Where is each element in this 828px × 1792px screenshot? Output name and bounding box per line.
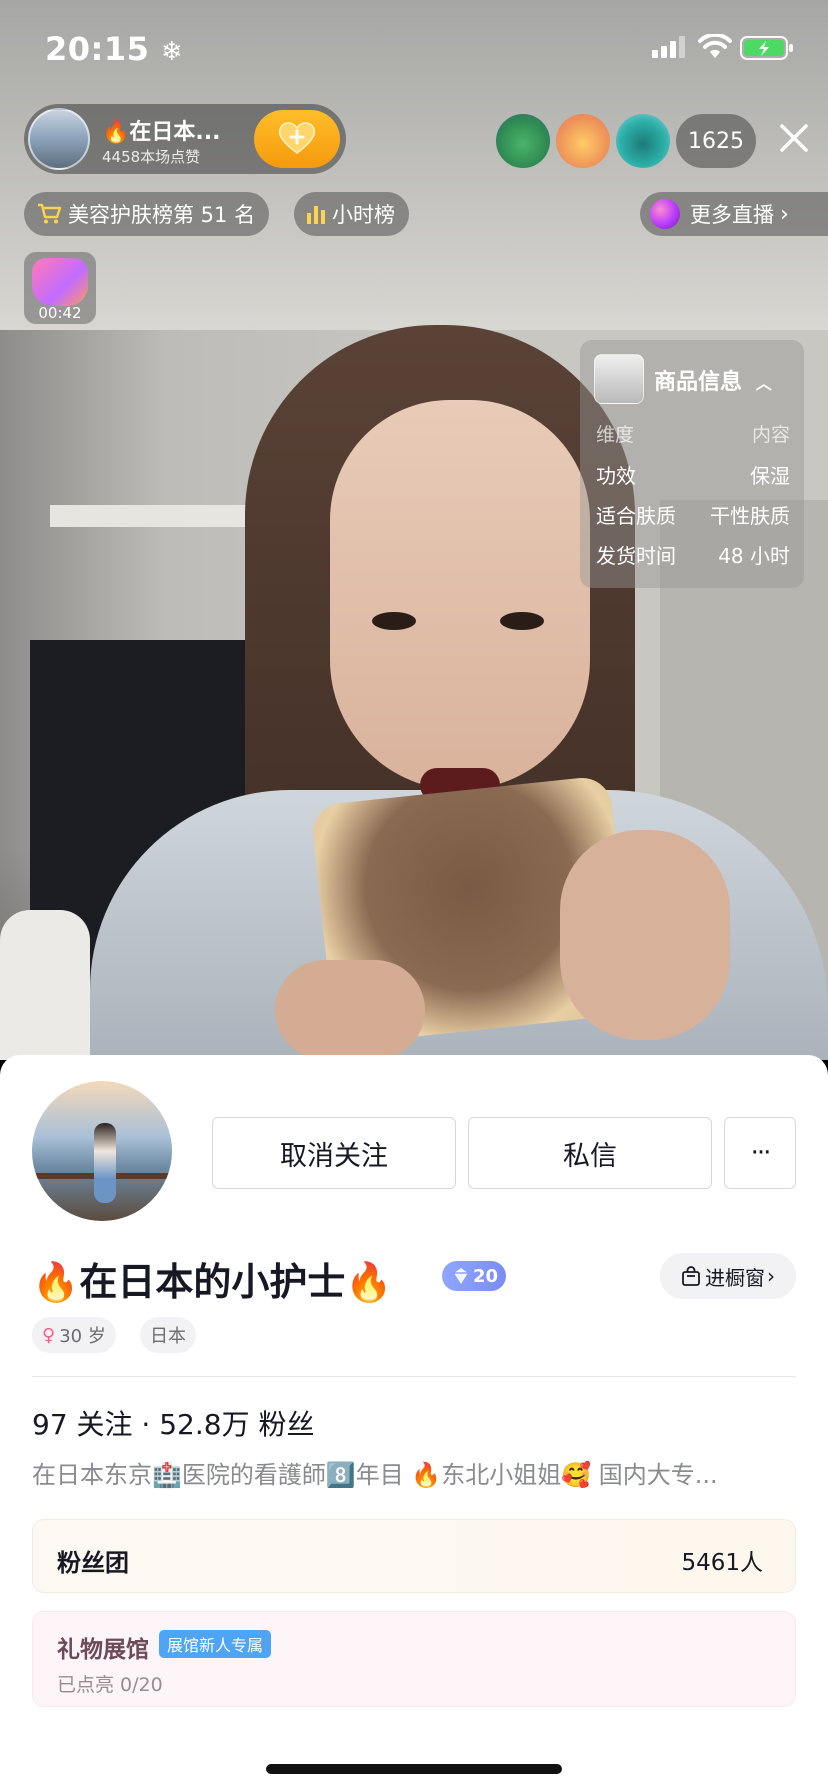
host-info-pill[interactable]: 🔥在日本... 4458本场点赞	[24, 104, 346, 174]
product-thumbnail	[594, 354, 644, 404]
chevron-right-icon: ›	[780, 201, 789, 227]
message-button[interactable]: 私信	[468, 1117, 712, 1189]
fans-club-label: 粉丝团	[57, 1549, 129, 1577]
product-info-row: 适合肤质 干性肤质	[596, 500, 790, 529]
bar-chart-icon	[306, 204, 326, 224]
home-indicator[interactable]	[266, 1764, 562, 1774]
product-info-row: 功效 保湿	[596, 460, 790, 489]
signal-icon	[652, 36, 686, 62]
hour-rank-pill[interactable]: 小时榜	[294, 192, 409, 236]
battery-charging-icon	[740, 36, 794, 64]
gift-timer[interactable]: 00:42	[24, 252, 96, 324]
gift-hall-progress: 已点亮 0/20	[57, 1674, 163, 1696]
product-info-key: 适合肤质	[596, 504, 676, 528]
product-info-title: 商品信息 ︿	[654, 370, 772, 395]
chevron-up-icon[interactable]: ︿	[756, 374, 772, 393]
shopping-bag-icon	[681, 1266, 701, 1286]
profile-sheet: 取消关注 私信 ··· 🔥在日本的小护士🔥 20 进橱窗 › ♀ 30 岁 日本…	[0, 1055, 828, 1792]
product-info-value: 干性肤质	[710, 504, 790, 528]
wifi-icon	[698, 32, 732, 64]
close-button[interactable]	[772, 118, 816, 162]
more-dots-icon: ···	[750, 1138, 772, 1168]
status-bar: 20:15 ❄	[0, 0, 828, 100]
status-time: 20:15 ❄	[45, 30, 184, 68]
gift-hall-label: 礼物展馆	[57, 1637, 149, 1663]
age-tag: ♀ 30 岁	[32, 1317, 116, 1353]
level-gem-icon	[452, 1267, 470, 1285]
level-badge[interactable]: 20	[442, 1261, 506, 1291]
product-info-row: 发货时间 48 小时	[596, 540, 790, 569]
product-info-card[interactable]: 商品信息 ︿ 维度 内容 功效 保湿 适合肤质 干性肤质 发货时间 48 小时	[580, 340, 804, 588]
profile-nickname: 🔥在日本的小护士🔥	[32, 1260, 393, 1304]
gift-timer-time: 00:42	[38, 304, 82, 322]
viewer-count[interactable]: 1625	[676, 114, 756, 168]
location-tag: 日本	[140, 1317, 196, 1353]
product-info-key: 维度	[596, 424, 635, 446]
more-live-label: 更多直播	[690, 203, 774, 227]
streamer-figure	[500, 612, 544, 630]
age-label: 30 岁	[59, 1326, 106, 1347]
fans-club-card[interactable]: 粉丝团 5461人	[32, 1519, 796, 1593]
gift-bag-icon	[32, 258, 88, 306]
showcase-button[interactable]: 进橱窗 ›	[660, 1253, 796, 1299]
product-info-value: 保湿	[750, 464, 790, 488]
product-info-value: 48 小时	[718, 544, 790, 568]
snowflake-icon: ❄	[161, 37, 184, 67]
avatar-photo	[94, 1123, 116, 1203]
unfollow-button[interactable]: 取消关注	[212, 1117, 456, 1189]
product-info-header: 维度 内容	[596, 420, 790, 447]
close-icon	[778, 122, 810, 158]
follow-button[interactable]	[254, 110, 340, 168]
viewer-avatar[interactable]	[496, 114, 550, 168]
live-orb-icon	[650, 199, 680, 229]
more-options-button[interactable]: ···	[724, 1117, 796, 1189]
divider	[32, 1376, 796, 1377]
showcase-label: 进橱窗	[705, 1265, 765, 1290]
viewer-avatar[interactable]	[616, 114, 670, 168]
gift-hall-card[interactable]: 礼物展馆 展馆新人专属 已点亮 0/20	[32, 1611, 796, 1707]
host-name: 🔥在日本...	[102, 120, 221, 145]
beauty-rank-label: 美容护肤榜第 51 名	[68, 203, 256, 227]
cart-icon	[36, 203, 62, 225]
streamer-figure	[330, 400, 590, 790]
profile-bio: 在日本东京🏥医院的看護師8️⃣年目 🔥东北小姐姐🥰 国内大专...	[32, 1461, 718, 1489]
host-avatar[interactable]	[28, 108, 90, 170]
streamer-figure	[560, 830, 730, 1040]
product-info-key: 功效	[596, 464, 636, 488]
fans-club-count: 5461人	[681, 1550, 763, 1576]
product-info-value: 内容	[751, 424, 790, 446]
gift-hall-badge: 展馆新人专属	[159, 1630, 272, 1658]
follow-stats[interactable]: 97 关注 · 52.8万 粉丝	[32, 1403, 314, 1443]
profile-avatar[interactable]	[32, 1081, 172, 1221]
host-likes: 4458本场点赞	[102, 148, 201, 166]
female-icon: ♀	[42, 1324, 56, 1346]
viewer-avatar[interactable]	[556, 114, 610, 168]
more-live-button[interactable]: 更多直播 ›	[640, 192, 828, 236]
streamer-figure	[275, 960, 425, 1060]
product-info-key: 发货时间	[596, 544, 676, 568]
hour-rank-label: 小时榜	[332, 203, 395, 227]
video-background	[0, 910, 90, 1060]
chevron-right-icon: ›	[767, 1264, 775, 1288]
heart-plus-icon	[277, 119, 317, 159]
level-value: 20	[472, 1265, 498, 1287]
streamer-figure	[372, 612, 416, 630]
beauty-rank-pill[interactable]: 美容护肤榜第 51 名	[24, 192, 270, 236]
